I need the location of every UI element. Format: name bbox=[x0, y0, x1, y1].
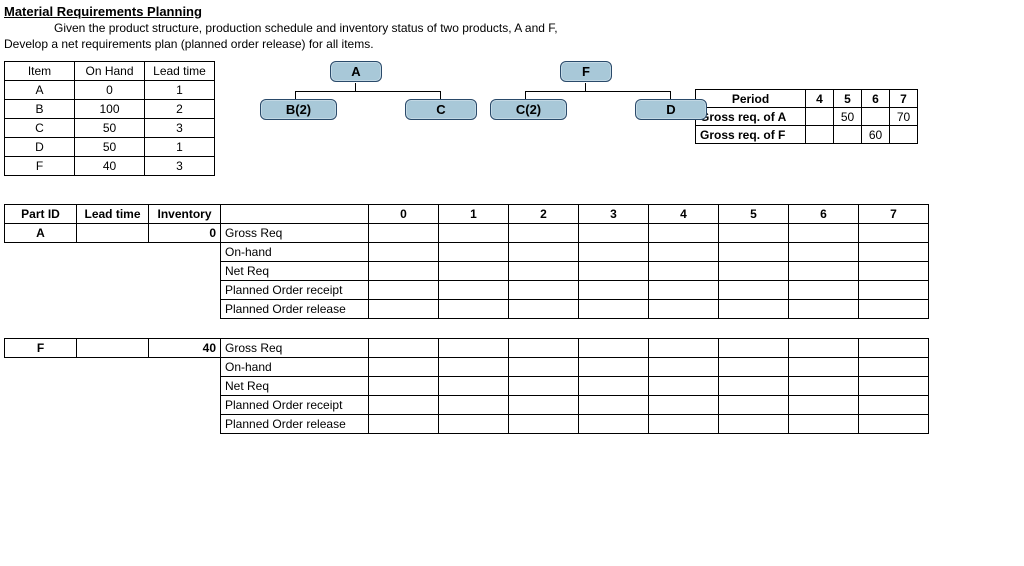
cell bbox=[77, 224, 149, 243]
row-label: On-hand bbox=[221, 358, 369, 377]
cell: 3 bbox=[145, 119, 215, 138]
cell: 40 bbox=[149, 339, 221, 358]
cell: B bbox=[5, 100, 75, 119]
table-row: A 0 Gross Req bbox=[5, 224, 929, 243]
cell: D bbox=[5, 138, 75, 157]
table-row: F 40 3 bbox=[5, 157, 215, 176]
node-c2: C(2) bbox=[490, 99, 567, 120]
period-table: Period 4 5 6 7 Gross req. of A 50 70 Gro… bbox=[695, 89, 918, 144]
cell: 60 bbox=[862, 126, 890, 144]
row-label: Planned Order release bbox=[221, 415, 369, 434]
node-a: A bbox=[330, 61, 382, 82]
table-row: C 50 3 bbox=[5, 119, 215, 138]
mrp-period: 5 bbox=[719, 205, 789, 224]
node-d: D bbox=[635, 99, 707, 120]
row-label: Planned Order release bbox=[221, 300, 369, 319]
table-row: D 50 1 bbox=[5, 138, 215, 157]
cell bbox=[834, 126, 862, 144]
cell: 50 bbox=[75, 138, 145, 157]
row-label: Gross Req bbox=[221, 224, 369, 243]
cell: A bbox=[5, 81, 75, 100]
inv-header-item: Item bbox=[5, 62, 75, 81]
cell bbox=[77, 339, 149, 358]
cell: 40 bbox=[75, 157, 145, 176]
period-label: Period bbox=[696, 90, 806, 108]
table-row: B 100 2 bbox=[5, 100, 215, 119]
row-label: Net Req bbox=[221, 377, 369, 396]
cell: 100 bbox=[75, 100, 145, 119]
cell bbox=[890, 126, 918, 144]
cell bbox=[806, 108, 834, 126]
period-col: 5 bbox=[834, 90, 862, 108]
mrp-period: 4 bbox=[649, 205, 719, 224]
mrp-header-leadtime: Lead time bbox=[77, 205, 149, 224]
row-label: On-hand bbox=[221, 243, 369, 262]
mrp-period: 2 bbox=[509, 205, 579, 224]
row-label: Net Req bbox=[221, 262, 369, 281]
mrp-header-inventory: Inventory bbox=[149, 205, 221, 224]
part-id-cell: A bbox=[5, 224, 77, 243]
cell: 0 bbox=[149, 224, 221, 243]
table-row: Gross req. of F 60 bbox=[696, 126, 918, 144]
row-label: Planned Order receipt bbox=[221, 281, 369, 300]
table-row: A 0 1 bbox=[5, 81, 215, 100]
cell: 0 bbox=[75, 81, 145, 100]
intro-line-1: Given the product structure, production … bbox=[54, 21, 1024, 35]
mrp-worksheet: Part ID Lead time Inventory 0 1 2 3 4 5 … bbox=[4, 204, 929, 434]
period-col: 7 bbox=[890, 90, 918, 108]
gross-req-a-label: Gross req. of A bbox=[696, 108, 806, 126]
cell: 1 bbox=[145, 138, 215, 157]
inv-header-leadtime: Lead time bbox=[145, 62, 215, 81]
cell bbox=[806, 126, 834, 144]
cell: 1 bbox=[145, 81, 215, 100]
table-row: On-hand bbox=[5, 358, 929, 377]
node-c: C bbox=[405, 99, 477, 120]
page-title: Material Requirements Planning bbox=[4, 4, 1024, 19]
cell bbox=[862, 108, 890, 126]
inventory-table: Item On Hand Lead time A 0 1 B 100 2 C 5… bbox=[4, 61, 215, 176]
node-b2: B(2) bbox=[260, 99, 337, 120]
gross-req-f-label: Gross req. of F bbox=[696, 126, 806, 144]
inv-header-onhand: On Hand bbox=[75, 62, 145, 81]
row-label: Gross Req bbox=[221, 339, 369, 358]
product-structure-diagram: A B(2) C F C(2) D bbox=[225, 61, 685, 146]
table-row: F 40 Gross Req bbox=[5, 339, 929, 358]
cell: C bbox=[5, 119, 75, 138]
row-label: Planned Order receipt bbox=[221, 396, 369, 415]
cell: 50 bbox=[834, 108, 862, 126]
mrp-period: 6 bbox=[789, 205, 859, 224]
mrp-period: 1 bbox=[439, 205, 509, 224]
cell: 70 bbox=[890, 108, 918, 126]
period-col: 4 bbox=[806, 90, 834, 108]
cell: 50 bbox=[75, 119, 145, 138]
intro-line-2: Develop a net requirements plan (planned… bbox=[4, 37, 1024, 51]
mrp-period: 3 bbox=[579, 205, 649, 224]
mrp-header-partid: Part ID bbox=[5, 205, 77, 224]
table-row: Gross req. of A 50 70 bbox=[696, 108, 918, 126]
period-col: 6 bbox=[862, 90, 890, 108]
table-row: On-hand bbox=[5, 243, 929, 262]
mrp-period: 0 bbox=[369, 205, 439, 224]
node-f: F bbox=[560, 61, 612, 82]
cell: F bbox=[5, 157, 75, 176]
cell: 2 bbox=[145, 100, 215, 119]
cell: 3 bbox=[145, 157, 215, 176]
mrp-period: 7 bbox=[859, 205, 929, 224]
part-id-cell: F bbox=[5, 339, 77, 358]
